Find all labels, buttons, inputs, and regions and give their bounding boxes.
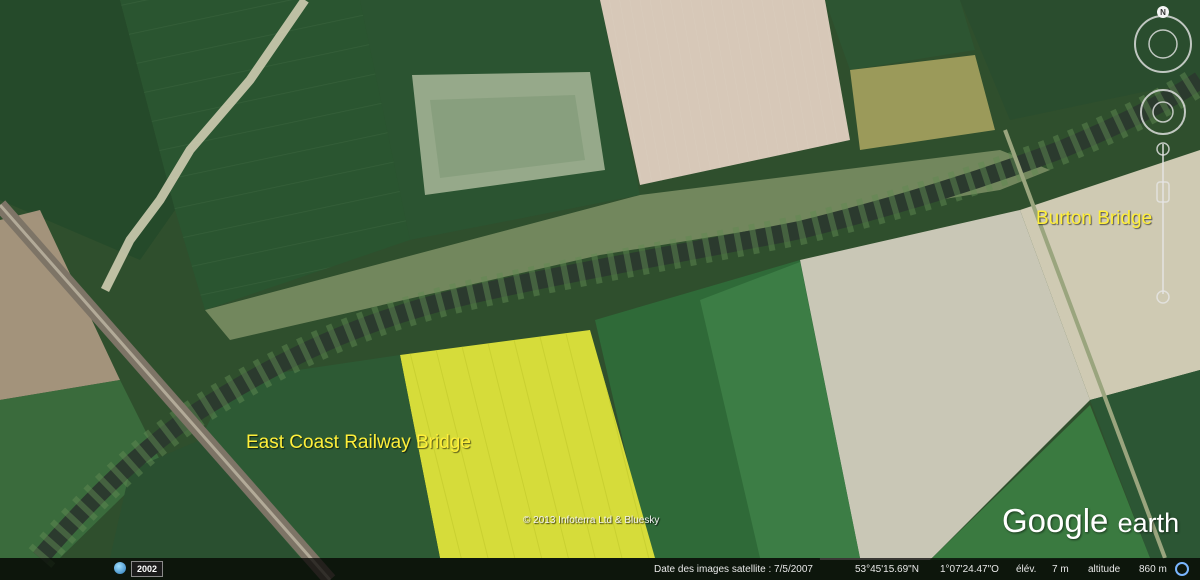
brand-suffix: earth [1117, 508, 1180, 538]
altitude-label: altitude [1088, 564, 1121, 575]
streaming-status-icon [1175, 562, 1189, 576]
satellite-imagery [0, 0, 1200, 580]
map-view[interactable]: N East Coast Railway Bridge Burton Bridg… [0, 0, 1200, 580]
imagery-copyright: © 2013 Infoterra Ltd & Bluesky [523, 515, 660, 526]
latitude: 53°45'15.69"N [855, 564, 919, 575]
compass-north-icon: N [1160, 8, 1166, 17]
longitude: 1°07'24.47"O [940, 564, 999, 575]
google-earth-logo: Google earth [1002, 502, 1179, 540]
brand-main: Google [1002, 502, 1109, 539]
elevation-value: 7 m [1052, 564, 1069, 575]
imagery-date: Date des images satellite : 7/5/2007 [654, 564, 813, 575]
move-joystick[interactable] [1140, 89, 1186, 135]
elevation-label: élév. [1016, 564, 1037, 575]
altitude-value: 860 m [1139, 564, 1167, 575]
status-bar: Date des images satellite : 7/5/2007 53°… [0, 558, 1200, 580]
compass-ring[interactable] [1134, 15, 1192, 73]
navigation-controls[interactable]: N [1128, 4, 1198, 314]
label-east-coast-railway-bridge[interactable]: East Coast Railway Bridge [246, 432, 471, 454]
move-joystick-center[interactable] [1152, 101, 1174, 123]
label-burton-bridge[interactable]: Burton Bridge [1036, 208, 1152, 230]
historical-imagery-icon[interactable] [114, 562, 126, 574]
historical-imagery-year[interactable]: 2002 [131, 561, 164, 577]
look-joystick[interactable] [1148, 29, 1178, 59]
